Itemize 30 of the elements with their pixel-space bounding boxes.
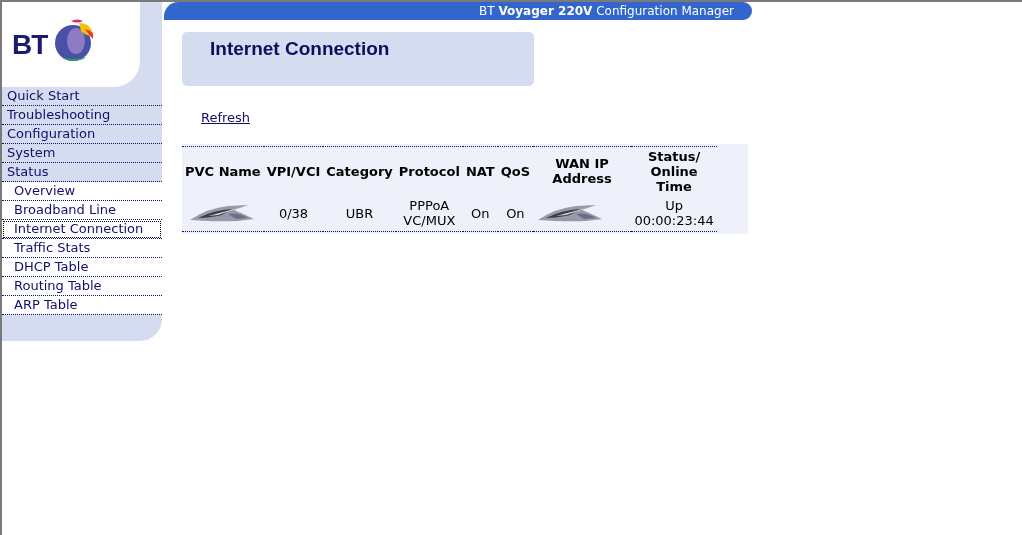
column-header: Protocol <box>395 147 463 195</box>
table-cell: 0/38 <box>278 205 309 221</box>
page-title: Internet Connection <box>210 38 391 60</box>
column-header: NAT <box>462 147 498 195</box>
table-cell: On <box>471 205 490 221</box>
nav-link[interactable]: Traffic Stats <box>2 239 162 258</box>
nav-link[interactable]: ARP Table <box>2 296 162 315</box>
column-header: Status/ Online Time <box>631 147 718 195</box>
nav-link[interactable]: Routing Table <box>2 277 162 296</box>
nav-link[interactable]: Quick Start <box>2 87 162 106</box>
app-title: BT Voyager 220V Configuration Manager <box>479 4 734 18</box>
nav-link[interactable]: DHCP Table <box>2 258 162 277</box>
refresh-link[interactable]: Refresh <box>201 110 251 125</box>
table-cell: Up 00:00:23:44 <box>634 198 714 228</box>
column-header: QoS <box>497 147 534 195</box>
table-cell: On <box>506 205 525 221</box>
column-header: Category <box>323 147 396 195</box>
table-cell: PPPoA VC/MUX <box>403 198 456 228</box>
nav-link[interactable]: Troubleshooting <box>2 106 162 125</box>
table-cell: UBR <box>345 205 374 221</box>
column-header: WAN IP Address <box>533 147 632 195</box>
column-header: VPI/VCI <box>263 147 324 195</box>
nav-link[interactable]: Broadband Line <box>2 201 162 220</box>
nav-link[interactable]: Overview <box>2 182 162 201</box>
nav-link[interactable]: Configuration <box>2 125 162 144</box>
bt-logo-text: BT <box>12 28 48 61</box>
nav-link[interactable]: System <box>2 144 162 163</box>
nav-link[interactable]: Status <box>2 163 162 182</box>
column-header: PVC Name <box>182 147 264 195</box>
nav-link[interactable]: Internet Connection <box>2 220 162 239</box>
